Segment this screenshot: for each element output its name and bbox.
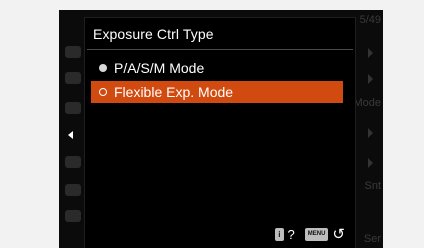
menu-tab-icon: [65, 210, 81, 222]
background-item-fragment: Ser: [363, 233, 381, 245]
menu-key-icon[interactable]: MENU: [304, 228, 329, 241]
radio-ring-icon: [99, 88, 107, 96]
option-flexible-exp-mode[interactable]: Flexible Exp. Mode: [91, 81, 343, 103]
background-item-fragment: Snt: [364, 180, 381, 192]
help-button[interactable]: ?: [288, 227, 295, 242]
option-label: Flexible Exp. Mode: [114, 84, 234, 100]
chevron-right-icon: [368, 74, 373, 84]
chevron-right-icon: [368, 128, 373, 138]
background-item-fragment: Mode: [353, 97, 381, 109]
info-key-icon[interactable]: i: [275, 228, 284, 241]
exposure-ctrl-type-dialog: Exposure Ctrl Type P/A/S/M Mode Flexible…: [84, 17, 356, 248]
option-label: P/A/S/M Mode: [114, 60, 205, 76]
menu-tab-icon: [65, 46, 81, 58]
menu-position-arrow-icon: [68, 131, 73, 139]
back-icon[interactable]: ↺: [332, 227, 345, 242]
dialog-title: Exposure Ctrl Type: [93, 26, 214, 42]
menu-tab-icon: [65, 72, 81, 84]
option-pasm-mode[interactable]: P/A/S/M Mode: [91, 57, 343, 79]
menu-tab-icon: [65, 184, 81, 196]
background-side-menu: [59, 10, 87, 248]
background-page-counter: 5/49: [359, 14, 381, 26]
title-divider: [87, 49, 353, 50]
dialog-footer: i ? MENU ↺: [275, 227, 345, 242]
radio-filled-icon: [99, 64, 107, 72]
chevron-right-icon: [368, 158, 373, 168]
menu-tab-icon: [65, 102, 81, 114]
camera-screen: 5/49 Mode Snt Ser Exposure Ctrl Type P/A…: [59, 10, 383, 248]
chevron-right-icon: [368, 48, 373, 58]
menu-tab-icon: [65, 156, 81, 168]
